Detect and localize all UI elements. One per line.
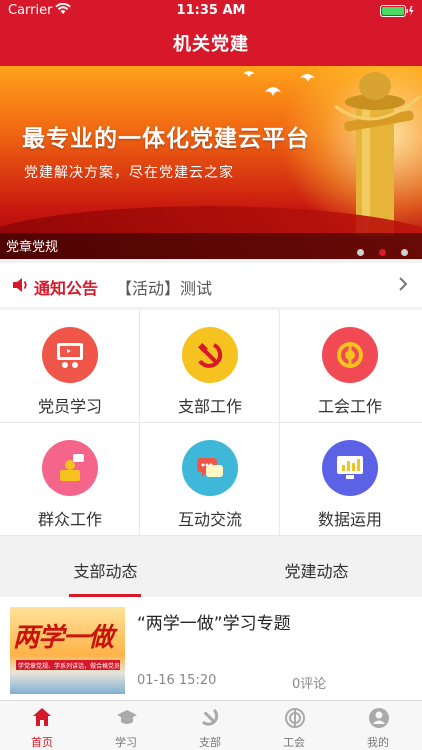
grid-item-interaction[interactable]: 互动交流 — [140, 423, 280, 536]
tabbar-label: 我的 — [367, 736, 389, 749]
news-date: 01-16 15:20 — [137, 673, 217, 688]
list-item[interactable]: 两学一做 学党章党规、学系列讲话，做合格党员 “两学一做”学习专题 01-16 … — [0, 597, 422, 700]
banner-caption: 党章党规 — [6, 240, 59, 255]
bar-chart-monitor-icon — [322, 440, 378, 496]
function-grid: 党员学习 支部工作 工会工作 群众工作 互动交流 数据运用 — [0, 310, 422, 536]
tabbar-label: 支部 — [199, 736, 221, 749]
grid-item-data-usage[interactable]: 数据运用 — [280, 423, 422, 536]
doves-image — [243, 71, 315, 96]
chevron-right-icon[interactable] — [398, 276, 408, 296]
home-icon — [33, 708, 51, 726]
news-title: “两学一做”学习专题 — [137, 614, 291, 634]
grid-item-union-work[interactable]: 工会工作 — [280, 310, 422, 423]
news-thumbnail: 两学一做 学党章党规、学系列讲话，做合格党员 — [10, 607, 125, 694]
notice-title: 通知公告 — [34, 279, 99, 298]
carousel-dots[interactable] — [347, 241, 408, 259]
tabbar-item-branch[interactable]: 支部 — [168, 701, 252, 750]
bottom-tab-bar: 首页 学习 支部 工会 我的 — [0, 700, 422, 750]
grid-item-branch-work[interactable]: 支部工作 — [140, 310, 280, 423]
huabiao-pillar-image — [334, 72, 421, 236]
banner-carousel[interactable]: 最专业的一体化党建云平台 党建解决方案，尽在党建云之家 党章党规 — [0, 66, 422, 259]
thumbnail-title: 两学一做 — [13, 623, 114, 653]
tab-party-news[interactable]: 党建动态 — [211, 547, 422, 597]
user-icon — [369, 708, 389, 728]
battery-icon — [380, 5, 414, 17]
tab-branch-news[interactable]: 支部动态 — [0, 547, 211, 597]
hammer-sickle-icon — [201, 708, 219, 726]
tabbar-item-mine[interactable]: 我的 — [336, 701, 422, 750]
grid-item-party-study[interactable]: 党员学习 — [0, 310, 140, 423]
grid-item-mass-work[interactable]: 群众工作 — [0, 423, 140, 536]
tabbar-item-union[interactable]: 工会 — [252, 701, 336, 750]
carousel-dot[interactable] — [378, 249, 386, 256]
app-root: Carrier 11:35 AM 机关党建 最专业的一体化党建云平台 党建解决方… — [0, 0, 422, 750]
speaker-icon — [12, 277, 30, 297]
top-bar: Carrier 11:35 AM 机关党建 — [0, 0, 422, 66]
chat-bubbles-icon — [182, 440, 238, 496]
person-chat-icon — [42, 440, 98, 496]
grid-item-label: 工会工作 — [317, 397, 382, 416]
news-tabs: 支部动态 党建动态 — [0, 547, 422, 597]
banner-headline: 最专业的一体化党建云平台 — [22, 125, 310, 152]
monitor-lecture-icon — [42, 327, 98, 383]
news-comments: 0评论 — [292, 677, 327, 692]
union-emblem-icon — [285, 708, 305, 728]
notice-bar[interactable]: 通知公告 【活动】测试 — [0, 263, 422, 307]
grid-item-label: 互动交流 — [177, 510, 242, 529]
grid-item-label: 数据运用 — [317, 510, 382, 529]
tabbar-label: 学习 — [115, 736, 137, 749]
graduation-cap-icon — [117, 710, 137, 724]
grid-item-label: 党员学习 — [37, 397, 102, 416]
banner-subtitle: 党建解决方案，尽在党建云之家 — [24, 165, 234, 181]
carousel-dot[interactable] — [401, 249, 408, 256]
page-title: 机关党建 — [173, 34, 249, 55]
tabbar-item-home[interactable]: 首页 — [0, 701, 84, 750]
grid-item-label: 支部工作 — [177, 397, 242, 416]
status-bar: Carrier 11:35 AM — [0, 0, 422, 22]
thumbnail-strip-text: 学党章党规、学系列讲话，做合格党员 — [18, 663, 121, 670]
tabbar-label: 首页 — [31, 736, 53, 749]
notice-text[interactable]: 【活动】测试 — [116, 275, 212, 299]
carousel-dot[interactable] — [356, 249, 364, 256]
tabbar-item-study[interactable]: 学习 — [84, 701, 168, 750]
grid-item-label: 群众工作 — [37, 510, 102, 529]
tabbar-label: 工会 — [283, 736, 305, 749]
hammer-sickle-icon — [182, 327, 238, 383]
clock: 11:35 AM — [176, 3, 246, 18]
union-emblem-icon — [322, 327, 378, 383]
